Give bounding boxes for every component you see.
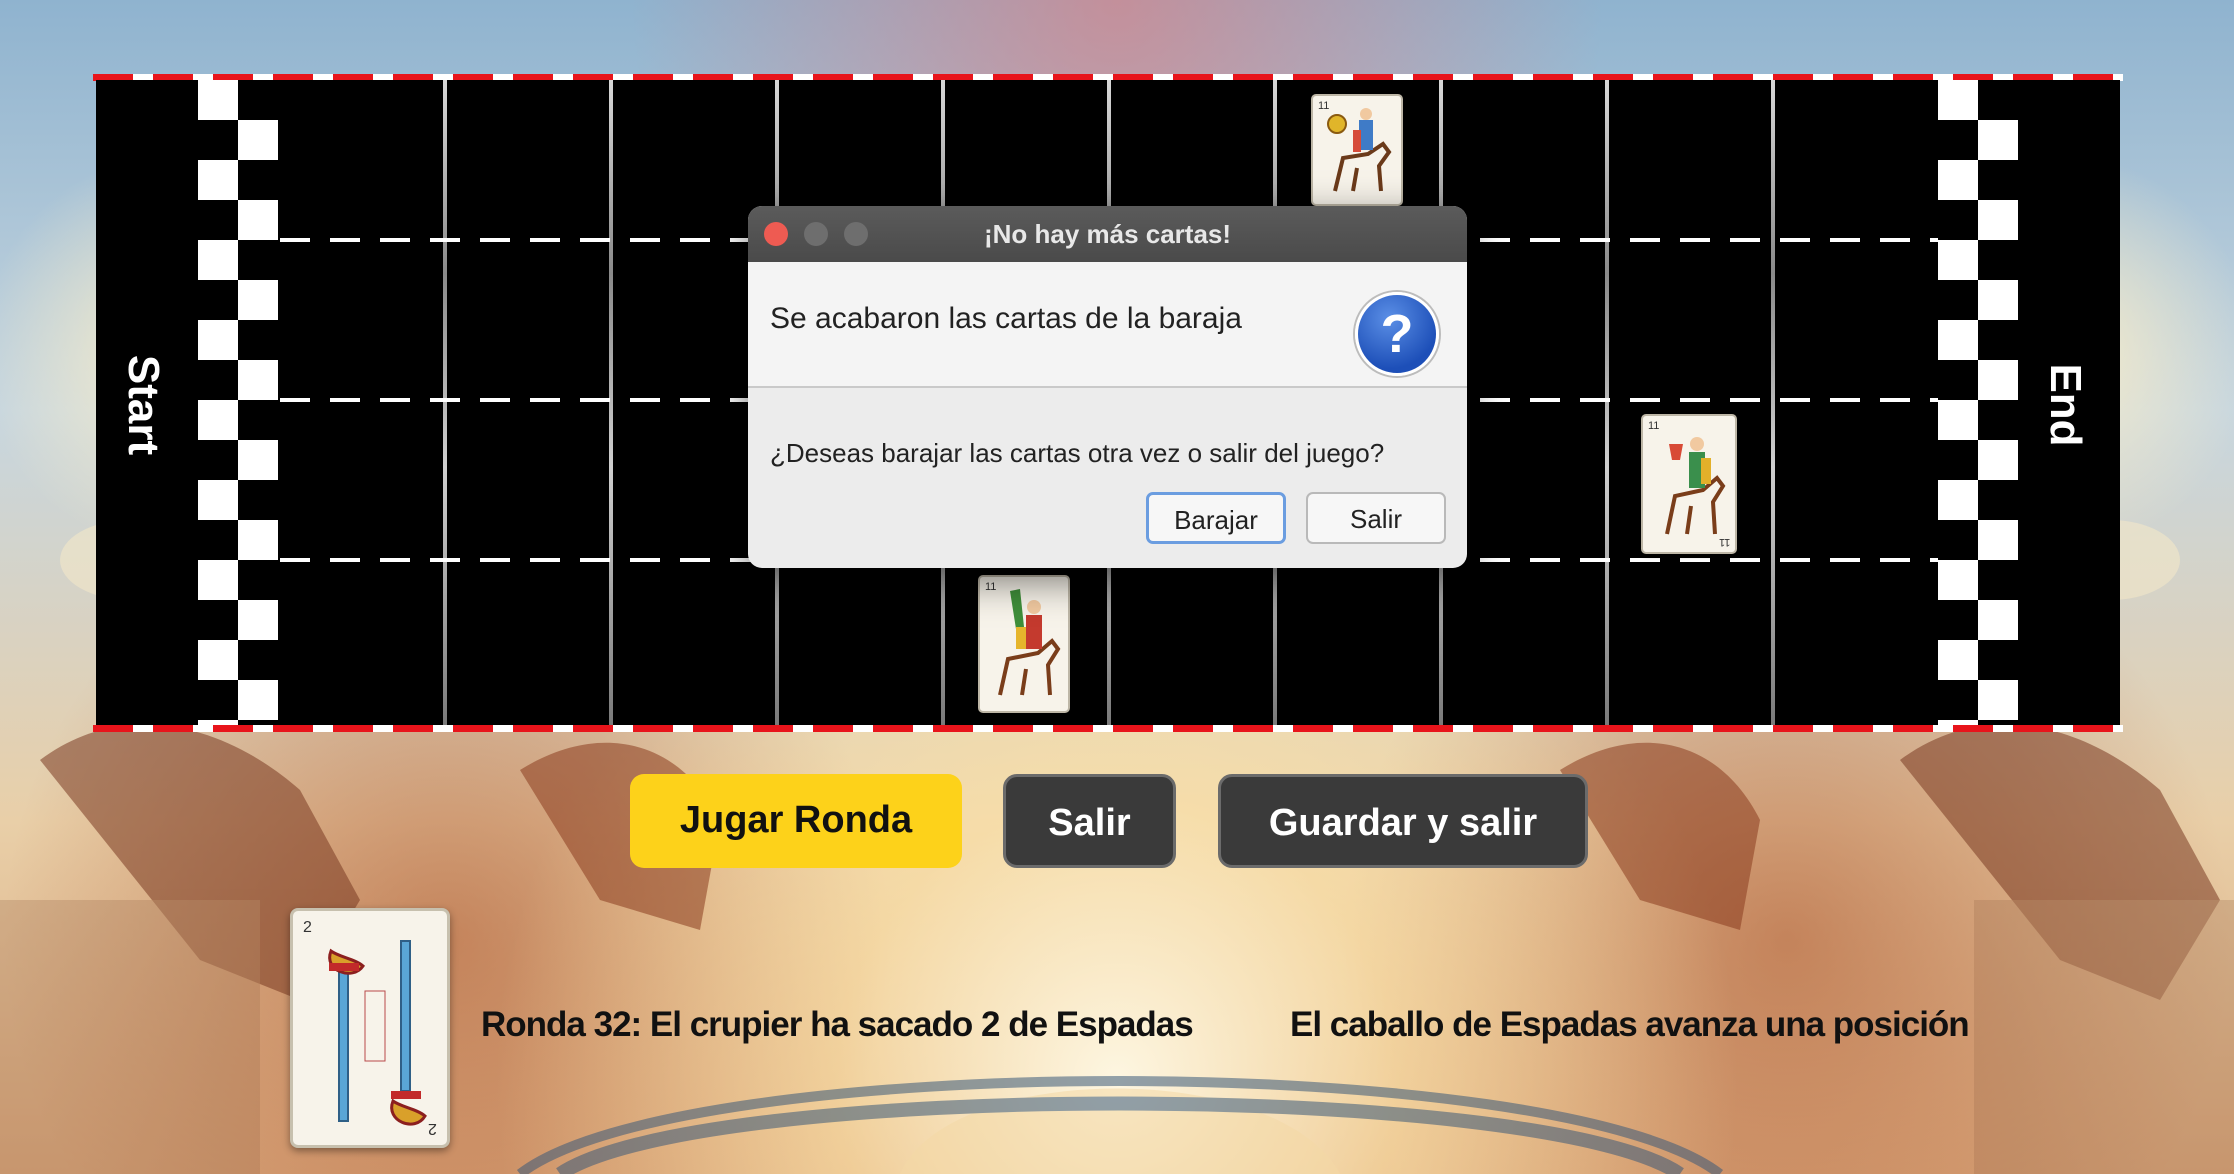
lane-divider-vertical [1771,80,1775,725]
start-label: Start [119,354,168,456]
exit-button[interactable]: Salir [1003,774,1176,868]
no-more-cards-dialog: ¡No hay más cartas! Se acabaron las cart… [748,206,1467,568]
horse-rider-icon [1327,108,1392,192]
round-status-text: Ronda 32: El crupier ha sacado 2 de Espa… [481,1005,1194,1044]
finish-checkered-line [1938,80,2018,725]
horse-card-bastos: 11 [978,575,1070,713]
horse-rider-icon [998,589,1061,696]
horse-card-oros: 11 [1311,94,1403,206]
shuffle-button[interactable]: Barajar [1146,492,1286,544]
track-bottom-border [93,725,2123,732]
swords-icon [328,940,427,1126]
dialog-header: Se acabaron las cartas de la baraja ? [748,262,1467,388]
start-checkered-line [198,80,278,725]
save-and-exit-button[interactable]: Guardar y salir [1218,774,1588,868]
lane-divider-vertical [1605,80,1609,725]
dialog-header-text: Se acabaron las cartas de la baraja [770,302,1242,335]
lane-divider-vertical [609,80,613,725]
dialog-titlebar[interactable]: ¡No hay más cartas! [748,206,1467,262]
play-round-button[interactable]: Jugar Ronda [630,774,962,868]
horse-rider-icon [1665,437,1726,535]
lane-divider-vertical [443,80,447,725]
dialog-exit-button[interactable]: Salir [1306,492,1446,544]
end-label: End [2041,363,2090,447]
horse-card-copas: 11 11 [1641,414,1737,554]
dialog-message: ¿Deseas barajar las cartas otra vez o sa… [770,438,1385,468]
question-icon: ? [1355,292,1439,376]
move-status-text: El caballo de Espadas avanza una posició… [1290,1005,1970,1044]
dealer-card: 2 2 [290,908,450,1148]
dialog-title: ¡No hay más cartas! [983,219,1232,249]
